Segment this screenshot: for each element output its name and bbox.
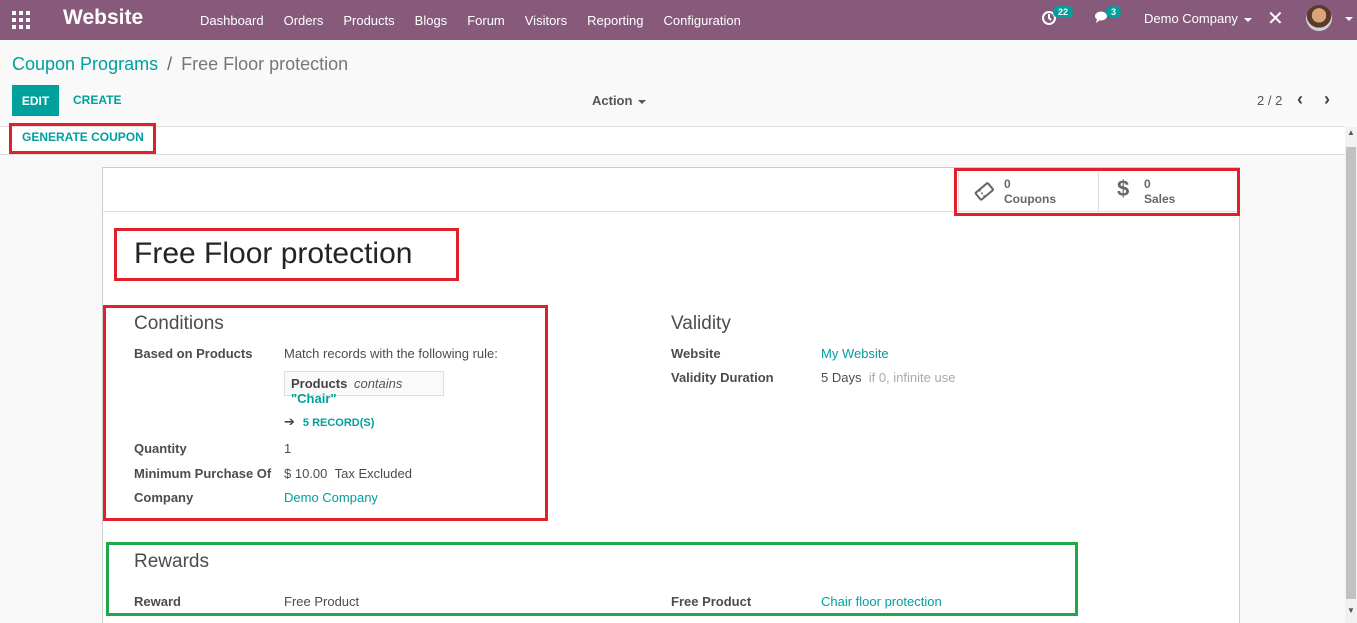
- website-link[interactable]: My Website: [821, 346, 889, 361]
- validity-duration-value: 5 Days if 0, infinite use: [821, 370, 955, 385]
- activity-button[interactable]: 22: [1041, 6, 1074, 28]
- action-label: Action: [592, 93, 633, 108]
- messaging-button[interactable]: 3: [1094, 6, 1122, 28]
- caret-down-icon: [638, 99, 647, 104]
- menu-item-configuration[interactable]: Configuration: [654, 13, 751, 28]
- scrollbar-thumb[interactable]: [1346, 147, 1356, 599]
- company-name: Demo Company: [1144, 11, 1238, 26]
- duration-hint: if 0, infinite use: [868, 370, 956, 385]
- highlight-conditions: [103, 305, 548, 521]
- validity-heading: Validity: [671, 313, 731, 334]
- debug-tools-icon[interactable]: ✕: [1267, 6, 1284, 31]
- caret-down-icon: [1243, 17, 1252, 22]
- user-menu-caret-icon[interactable]: [1345, 17, 1353, 21]
- edit-button[interactable]: EDIT: [12, 85, 59, 116]
- menu-item-products[interactable]: Products: [333, 13, 404, 28]
- company-switcher[interactable]: Demo Company: [1144, 11, 1252, 26]
- breadcrumb-separator: /: [167, 54, 173, 74]
- menu-item-forum[interactable]: Forum: [457, 13, 515, 28]
- activity-badge: 22: [1053, 6, 1074, 18]
- highlight-rewards: [106, 542, 1078, 616]
- breadcrumb-parent[interactable]: Coupon Programs: [12, 54, 158, 74]
- breadcrumb: Coupon Programs / Free Floor protection: [12, 54, 348, 75]
- scroll-down-icon[interactable]: ▼: [1347, 606, 1355, 615]
- app-brand: Website: [63, 6, 144, 29]
- highlight-generate-coupon: [9, 123, 156, 154]
- menu-item-orders[interactable]: Orders: [274, 13, 334, 28]
- website-label: Website: [671, 346, 721, 361]
- validity-duration-label: Validity Duration: [671, 370, 774, 385]
- action-dropdown[interactable]: Action: [592, 93, 647, 108]
- menu-item-dashboard[interactable]: Dashboard: [190, 13, 274, 28]
- menu-item-reporting[interactable]: Reporting: [577, 13, 653, 28]
- menu-item-blogs[interactable]: Blogs: [405, 13, 458, 28]
- scroll-up-icon[interactable]: ▲: [1347, 128, 1355, 137]
- form-statusbar: [0, 126, 1345, 155]
- apps-grid-icon[interactable]: [12, 11, 30, 29]
- highlight-smart-buttons: [954, 168, 1240, 216]
- highlight-title: [114, 228, 459, 281]
- user-avatar[interactable]: [1306, 5, 1332, 31]
- menu-item-visitors[interactable]: Visitors: [515, 13, 577, 28]
- main-menu: Dashboard Orders Products Blogs Forum Vi…: [190, 0, 751, 40]
- pager-value: 2 / 2: [1257, 93, 1283, 108]
- messaging-badge: 3: [1106, 6, 1122, 18]
- create-button[interactable]: CREATE: [73, 93, 121, 107]
- duration-value: 5 Days: [821, 370, 862, 385]
- breadcrumb-current: Free Floor protection: [181, 54, 349, 74]
- chevron-right-icon[interactable]: ›: [1324, 89, 1330, 110]
- chevron-left-icon[interactable]: ‹: [1297, 89, 1303, 110]
